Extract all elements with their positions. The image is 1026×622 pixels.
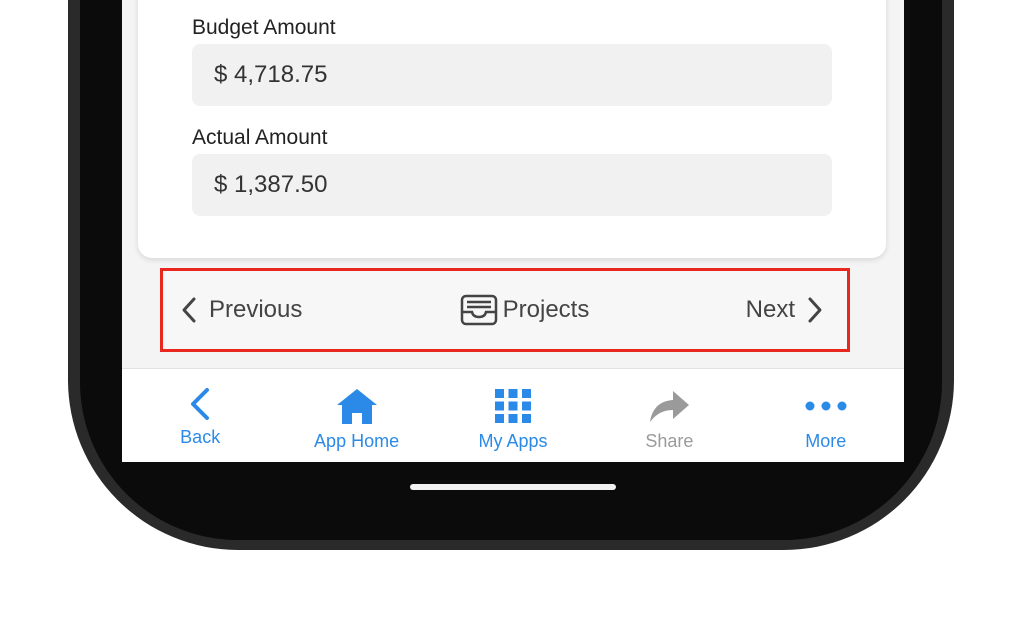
- phone-screen: Budget Amount $ 4,718.75 Actual Amount $…: [122, 0, 904, 462]
- more-dots-icon: [805, 401, 847, 411]
- actual-amount-label: Actual Amount: [192, 126, 328, 149]
- projects-label: Projects: [502, 296, 590, 323]
- previous-button[interactable]: Previous: [181, 296, 302, 324]
- tab-app-home[interactable]: App Home: [282, 387, 432, 452]
- tab-share[interactable]: Share: [594, 387, 744, 452]
- budget-amount-value: $ 4,718.75: [214, 61, 328, 88]
- tab-back[interactable]: Back: [125, 387, 275, 448]
- next-button[interactable]: Next: [746, 296, 823, 324]
- record-navigation-bar: Previous Projects Next: [160, 268, 850, 352]
- inbox-tray-icon: [460, 294, 497, 326]
- tab-my-apps-label: My Apps: [478, 431, 548, 451]
- actual-amount-value: $ 1,387.50: [214, 171, 328, 198]
- tab-app-home-label: App Home: [314, 431, 400, 451]
- chevron-left-icon: [182, 297, 196, 323]
- actual-amount-field[interactable]: $ 1,387.50: [192, 154, 832, 216]
- details-card: Budget Amount $ 4,718.75 Actual Amount $…: [138, 0, 886, 258]
- previous-label: Previous: [209, 296, 303, 323]
- chevron-right-icon: [808, 297, 822, 323]
- home-icon: [336, 389, 377, 424]
- tab-share-label: Share: [645, 431, 694, 451]
- home-indicator[interactable]: [410, 484, 616, 490]
- projects-button[interactable]: Projects: [459, 293, 590, 327]
- share-arrow-icon: [650, 391, 690, 422]
- tab-my-apps[interactable]: My Apps: [438, 387, 588, 452]
- bottom-tab-bar: Back App Home My Apps Share More: [122, 369, 904, 462]
- next-label: Next: [745, 296, 795, 323]
- tab-more[interactable]: More: [751, 387, 901, 452]
- tab-back-label: Back: [180, 427, 221, 447]
- budget-amount-field[interactable]: $ 4,718.75: [192, 44, 832, 106]
- grid-icon: [494, 389, 531, 423]
- tab-more-label: More: [805, 431, 847, 451]
- budget-amount-label: Budget Amount: [192, 16, 336, 39]
- chevron-left-icon: [191, 388, 210, 420]
